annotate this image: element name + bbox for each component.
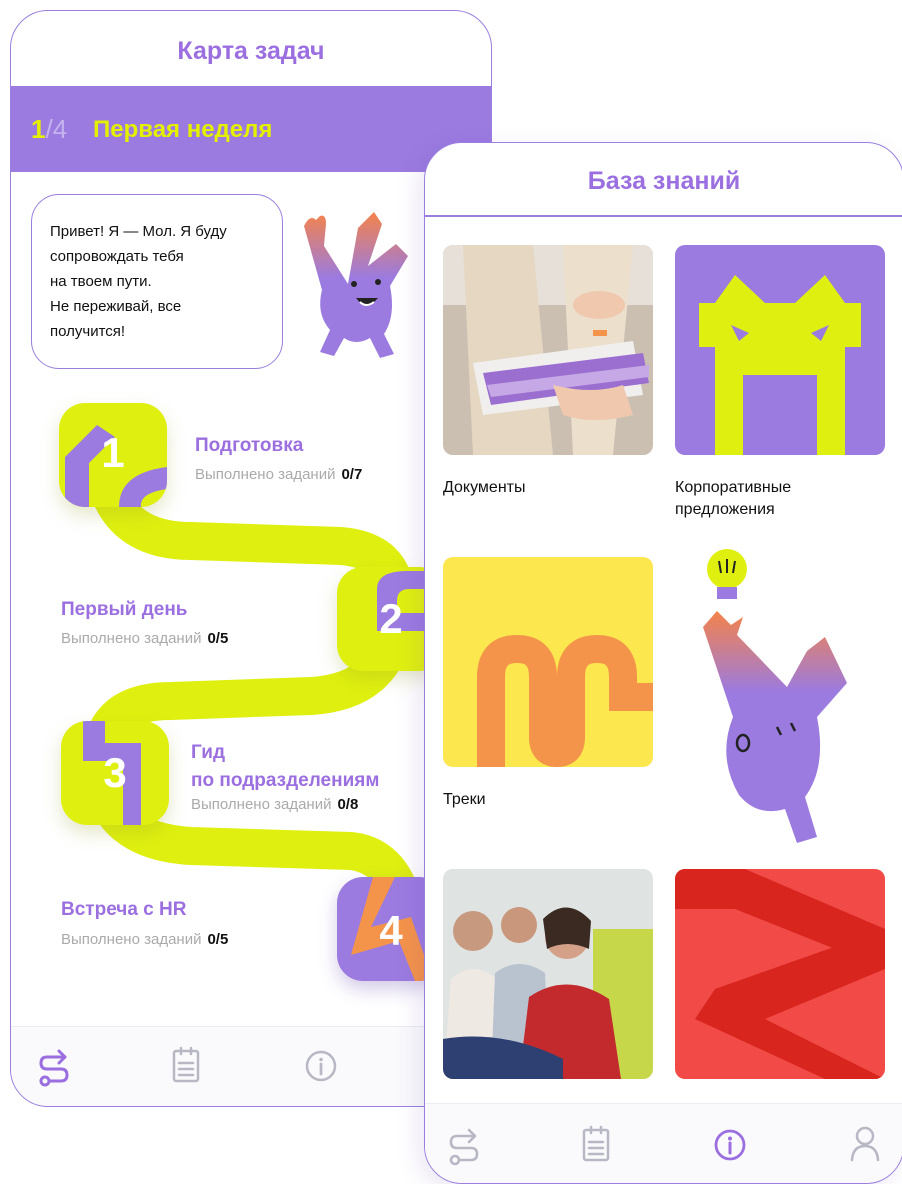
checklist-icon[interactable] — [171, 1045, 201, 1085]
checklist-icon[interactable] — [581, 1124, 611, 1164]
task-map-screen: Карта задач 1/4 Первая неделя Привет! Я … — [10, 10, 492, 1107]
stage-number: 3 — [103, 749, 127, 796]
stage-title-1[interactable]: Подготовка — [195, 435, 303, 457]
stage-title-3[interactable]: Гид по подразделениям — [191, 739, 379, 795]
progress-road — [81, 462, 425, 935]
profile-icon[interactable] — [849, 1124, 881, 1164]
info-icon[interactable] — [304, 1049, 338, 1083]
stage-badge-1[interactable]: 1 — [59, 403, 167, 507]
stage-title-line: Гид — [191, 742, 226, 763]
tracks-pattern — [477, 634, 653, 767]
stage-progress-2: Выполнено заданий 0/5 — [61, 630, 229, 647]
stage-title-2[interactable]: Первый день — [61, 599, 187, 621]
tracks-label[interactable]: Треки — [443, 789, 653, 811]
label-line: предложения — [675, 501, 775, 518]
stage-number: 1 — [101, 429, 125, 476]
label-line: Корпоративные — [675, 479, 792, 496]
red-pattern-tile[interactable] — [675, 869, 885, 1079]
page-title: База знаний — [587, 167, 741, 195]
documents-tile[interactable] — [443, 245, 653, 455]
team-photo — [443, 869, 653, 1079]
header-divider — [425, 215, 902, 217]
stage-title-4[interactable]: Встреча с HR — [61, 899, 186, 921]
tabbar — [11, 1027, 491, 1106]
stage-title-line: по подразделениям — [191, 770, 380, 791]
corporate-offers-tile[interactable] — [675, 245, 885, 455]
gift-icon — [699, 275, 861, 455]
stage-progress-4: Выполнено заданий 0/5 — [61, 931, 229, 948]
documents-label[interactable]: Документы — [443, 477, 653, 499]
knowledge-base-screen: База знаний Документы Корпоративные пред… — [424, 142, 902, 1184]
stage-progress-3: Выполнено заданий 0/8 — [191, 796, 359, 813]
tracks-tile[interactable] — [443, 557, 653, 767]
tabbar — [425, 1103, 902, 1183]
documents-photo — [443, 245, 653, 455]
stage-progress-1: Выполнено заданий 0/7 — [195, 466, 363, 483]
red-pattern — [675, 869, 885, 1079]
team-photo-tile[interactable] — [443, 869, 653, 1079]
info-icon[interactable] — [713, 1128, 747, 1162]
stage-badge-3[interactable]: 3 — [61, 721, 169, 825]
route-icon[interactable] — [37, 1047, 71, 1087]
corporate-offers-label[interactable]: Корпоративные предложения — [675, 477, 885, 521]
route-icon[interactable] — [447, 1126, 481, 1166]
mascot-lightbulb-illustration — [703, 549, 847, 843]
